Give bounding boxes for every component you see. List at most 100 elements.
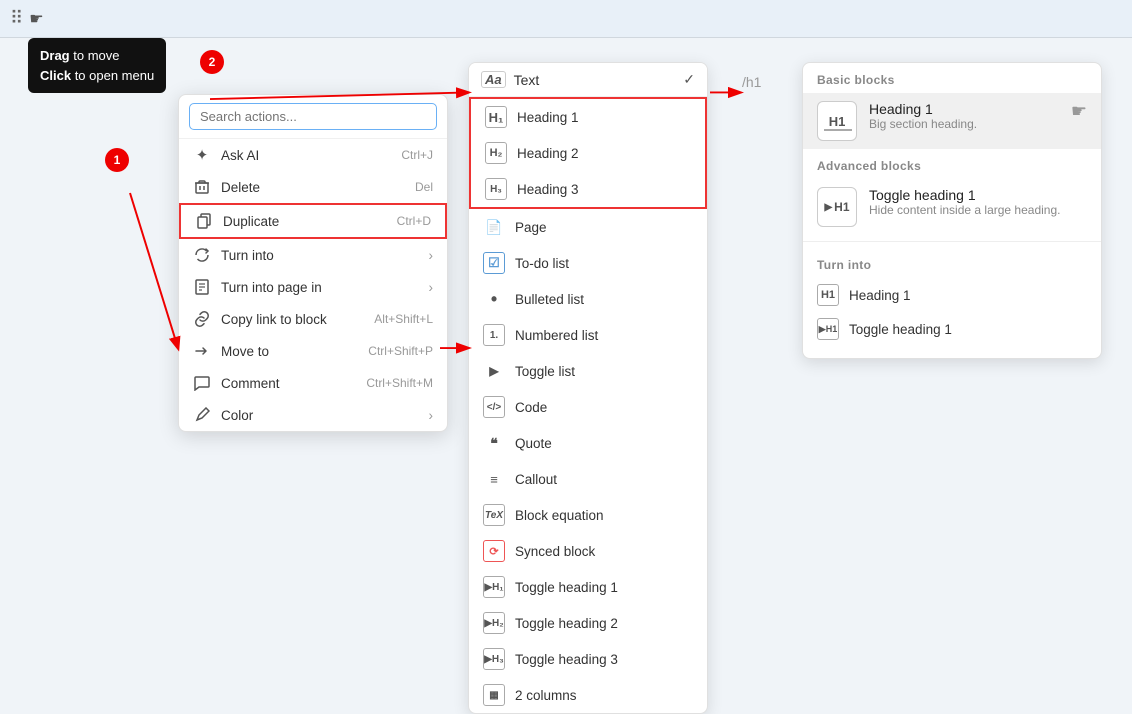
copy-link-label: Copy link to block <box>221 312 327 327</box>
comment-icon <box>193 374 211 392</box>
copy-link-shortcut: Alt+Shift+L <box>374 312 433 326</box>
drag-handle[interactable]: ⠿ <box>10 8 23 29</box>
heading3-label: Heading 3 <box>517 182 579 197</box>
turn-heading1-label: Heading 1 <box>849 288 911 303</box>
heading1-block-desc: Big section heading. <box>869 117 977 131</box>
dropdown-numbered[interactable]: 1. Numbered list <box>469 317 707 353</box>
heading1-block-info: Heading 1 Big section heading. <box>869 101 977 131</box>
turn-into-title: Turn into <box>803 248 1101 278</box>
context-menu: ✦ Ask AI Ctrl+J Delete Del <box>178 94 448 432</box>
basic-blocks-title: Basic blocks <box>803 63 1101 93</box>
move-to-label: Move to <box>221 344 269 359</box>
dropdown-toggle-h3[interactable]: ▶H₃ Toggle heading 3 <box>469 641 707 677</box>
check-icon: ✓ <box>683 71 695 88</box>
badge-1: 1 <box>105 148 129 172</box>
tooltip-drag-suffix: to move <box>70 48 120 63</box>
ask-ai-icon: ✦ <box>193 146 211 164</box>
menu-item-turn-into-page[interactable]: Turn into page in › <box>179 271 447 303</box>
turn-toggle-heading1-label: Toggle heading 1 <box>849 322 952 337</box>
duplicate-shortcut: Ctrl+D <box>397 214 431 228</box>
dropdown-bulleted[interactable]: • Bulleted list <box>469 281 707 317</box>
code-icon: </> <box>483 396 505 418</box>
turn-h1-icon: H1 <box>817 284 839 306</box>
todo-label: To-do list <box>515 256 569 271</box>
dropdown-toggle-h1[interactable]: ▶H₁ Toggle heading 1 <box>469 569 707 605</box>
dropdown-code[interactable]: </> Code <box>469 389 707 425</box>
heading-group: H₁ Heading 1 H₂ Heading 2 H₃ Heading 3 <box>469 97 707 209</box>
dropdown-text-label: Text <box>514 72 540 88</box>
dropdown-equation[interactable]: TeX Block equation <box>469 497 707 533</box>
callout-icon: ≡ <box>483 468 505 490</box>
dropdown-heading3[interactable]: H₃ Heading 3 <box>471 171 705 207</box>
color-arrow: › <box>429 408 434 423</box>
pointer-cursor: ☛ <box>29 9 43 29</box>
dropdown-toggle-h2[interactable]: ▶H₂ Toggle heading 2 <box>469 605 707 641</box>
cursor-icon: ☛ <box>1071 101 1087 122</box>
move-to-icon <box>193 342 211 360</box>
2col-label: 2 columns <box>515 688 577 703</box>
turn-into-label: Turn into <box>221 248 274 263</box>
duplicate-label: Duplicate <box>223 214 279 229</box>
toggle-h2-label: Toggle heading 2 <box>515 616 618 631</box>
heading1-block-icon: H1 <box>817 101 857 141</box>
dropdown-callout[interactable]: ≡ Callout <box>469 461 707 497</box>
menu-item-move-to[interactable]: Move to Ctrl+Shift+P <box>179 335 447 367</box>
page-icon: 📄 <box>483 216 505 238</box>
equation-icon: TeX <box>483 504 505 526</box>
turn-into-toggle-heading1[interactable]: ▶H1 Toggle heading 1 <box>803 312 1101 346</box>
menu-item-ask-ai[interactable]: ✦ Ask AI Ctrl+J <box>179 139 447 171</box>
dropdown-panel: Aa Text ✓ H₁ Heading 1 H₂ Heading 2 H₃ H… <box>468 62 708 714</box>
search-input[interactable] <box>189 103 437 130</box>
block-item-heading1[interactable]: H1 Heading 1 Big section heading. ☛ <box>803 93 1101 149</box>
callout-label: Callout <box>515 472 557 487</box>
dropdown-synced[interactable]: ⟳ Synced block <box>469 533 707 569</box>
equation-label: Block equation <box>515 508 604 523</box>
dropdown-2col[interactable]: ▦ 2 columns <box>469 677 707 713</box>
turn-into-heading1[interactable]: H1 Heading 1 <box>803 278 1101 312</box>
block-item-toggle-heading1[interactable]: ▶H1 Toggle heading 1 Hide content inside… <box>803 179 1101 235</box>
toggle-heading1-block-name: Toggle heading 1 <box>869 187 1060 203</box>
heading1-block-name: Heading 1 <box>869 101 977 117</box>
dropdown-header[interactable]: Aa Text ✓ <box>469 63 707 97</box>
menu-item-delete[interactable]: Delete Del <box>179 171 447 203</box>
dropdown-quote[interactable]: ❝ Quote <box>469 425 707 461</box>
toggle-heading1-block-icon: ▶H1 <box>817 187 857 227</box>
synced-icon: ⟳ <box>483 540 505 562</box>
dropdown-heading1[interactable]: H₁ Heading 1 <box>471 99 705 135</box>
dropdown-page[interactable]: 📄 Page <box>469 209 707 245</box>
panel-divider <box>803 241 1101 242</box>
numbered-label: Numbered list <box>515 328 598 343</box>
duplicate-icon <box>195 212 213 230</box>
dropdown-toggle[interactable]: ▶ Toggle list <box>469 353 707 389</box>
dropdown-heading2[interactable]: H₂ Heading 2 <box>471 135 705 171</box>
code-label: Code <box>515 400 547 415</box>
toggle-h1-icon: ▶H₁ <box>483 576 505 598</box>
toggle-h2-icon: ▶H₂ <box>483 612 505 634</box>
bulleted-label: Bulleted list <box>515 292 584 307</box>
menu-item-copy-link[interactable]: Copy link to block Alt+Shift+L <box>179 303 447 335</box>
ask-ai-shortcut: Ctrl+J <box>401 148 433 162</box>
2col-icon: ▦ <box>483 684 505 706</box>
aa-icon: Aa <box>481 71 506 88</box>
move-to-shortcut: Ctrl+Shift+P <box>368 344 433 358</box>
slash-hint: /h1 <box>742 74 761 90</box>
turn-toggle-h1-icon: ▶H1 <box>817 318 839 340</box>
ask-ai-label: Ask AI <box>221 148 259 163</box>
menu-item-color[interactable]: Color › <box>179 399 447 431</box>
turn-into-icon <box>193 246 211 264</box>
heading2-label: Heading 2 <box>517 146 579 161</box>
menu-item-turn-into[interactable]: Turn into › <box>179 239 447 271</box>
page-icon <box>193 278 211 296</box>
badge-2: 2 <box>200 50 224 74</box>
dropdown-todo[interactable]: ☑ To-do list <box>469 245 707 281</box>
color-icon <box>193 406 211 424</box>
tooltip-click-suffix: to open menu <box>71 68 154 83</box>
menu-item-comment[interactable]: Comment Ctrl+Shift+M <box>179 367 447 399</box>
toggle-heading1-block-info: Toggle heading 1 Hide content inside a l… <box>869 187 1060 217</box>
toggle-icon: ▶ <box>483 360 505 382</box>
toggle-label: Toggle list <box>515 364 575 379</box>
menu-item-duplicate[interactable]: Duplicate Ctrl+D <box>179 203 447 239</box>
h3-icon: H₃ <box>485 178 507 200</box>
turn-into-page-arrow: › <box>429 280 434 295</box>
toggle-h1-label: Toggle heading 1 <box>515 580 618 595</box>
